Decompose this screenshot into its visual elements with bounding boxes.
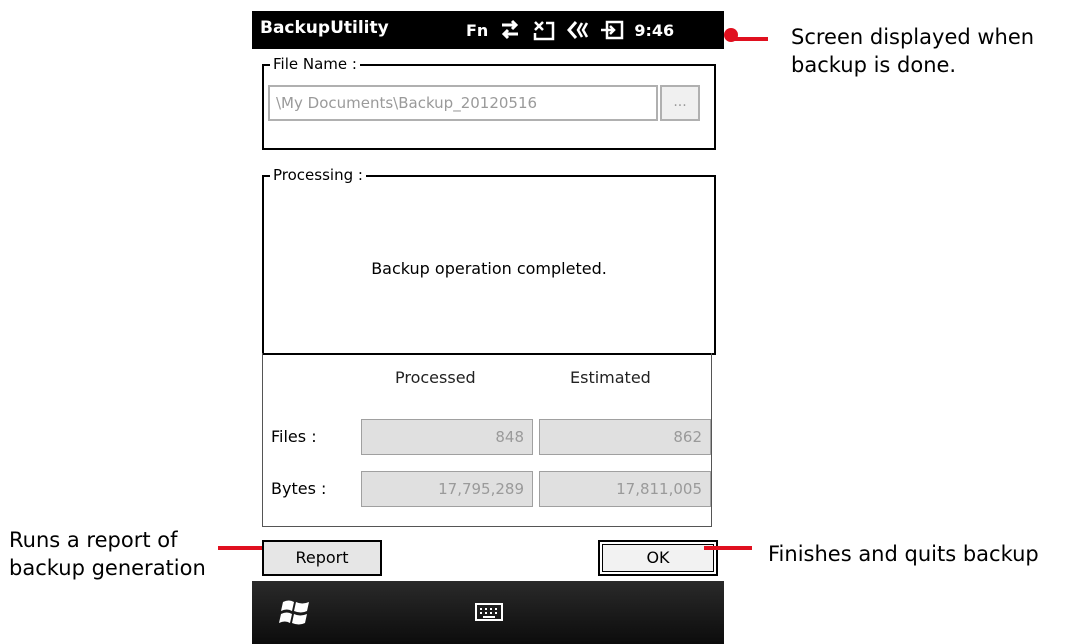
bytes-label: Bytes :: [271, 479, 327, 498]
estimated-header: Estimated: [570, 368, 651, 387]
sync-arrows-icon: [502, 19, 519, 40]
status-bar: Fn 9:46: [466, 16, 674, 44]
no-signal-icon: [534, 21, 555, 41]
title-bar: BackupUtility Fn 9:46: [252, 11, 724, 49]
files-estimated-field: 862: [539, 419, 711, 455]
clock: 9:46: [634, 20, 675, 40]
windows-start-icon[interactable]: [278, 598, 312, 628]
ok-button[interactable]: OK: [598, 540, 718, 576]
battery-charging-icon: [601, 20, 624, 40]
screen-done-line-2: backup is done.: [791, 53, 957, 77]
app-title: BackupUtility: [260, 18, 389, 38]
report-button[interactable]: Report: [262, 540, 382, 576]
processing-group: Processing : Backup operation completed.: [262, 166, 716, 355]
report-line: [218, 546, 262, 550]
keyboard-icon[interactable]: [474, 601, 504, 623]
processed-header: Processed: [395, 368, 476, 387]
file-name-group: File Name : \My Documents\Backup_2012051…: [262, 55, 716, 150]
status-message: Backup operation completed.: [371, 259, 607, 278]
fn-indicator: Fn: [466, 20, 489, 40]
screen-done-line: [734, 37, 768, 41]
files-label: Files :: [271, 427, 317, 446]
files-processed-field: 848: [361, 419, 533, 455]
browse-button[interactable]: ...: [660, 85, 700, 121]
stats-panel: Processed Estimated Files : 848 862 Byte…: [262, 353, 712, 527]
speaker-icon: [567, 21, 589, 39]
bytes-estimated-field: 17,811,005: [539, 471, 711, 507]
ok-line: [704, 546, 752, 550]
file-name-legend: File Name :: [270, 55, 360, 73]
taskbar: [252, 581, 724, 644]
report-annotation: Runs a report of backup generation: [9, 526, 206, 582]
report-annotation-line-1: Runs a report of: [9, 528, 178, 552]
bytes-processed-field: 17,795,289: [361, 471, 533, 507]
ok-annotation: Finishes and quits backup: [768, 542, 1039, 566]
file-name-field[interactable]: \My Documents\Backup_20120516: [268, 85, 658, 121]
screen-done-line-1: Screen displayed when: [791, 25, 1035, 49]
report-annotation-line-2: backup generation: [9, 556, 206, 580]
processing-legend: Processing :: [270, 166, 366, 184]
screen-done-annotation: Screen displayed when backup is done.: [791, 23, 1034, 79]
app-client-area: File Name : \My Documents\Backup_2012051…: [252, 49, 724, 581]
device-screen: BackupUtility Fn 9:46 File Name: \My Do…: [252, 11, 724, 644]
